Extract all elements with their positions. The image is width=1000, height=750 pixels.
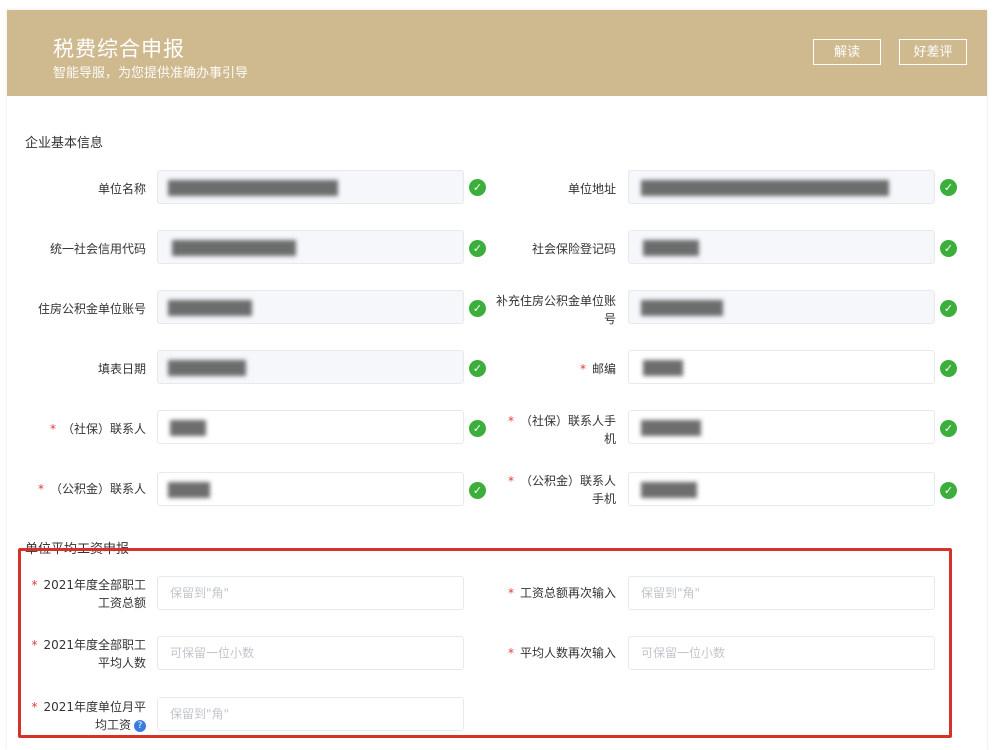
label-social-insurance-code: 社会保险登记码	[531, 242, 616, 256]
check-icon: ✓	[940, 240, 957, 257]
page-header: 税费综合申报 智能导服，为您提供准确办事引导 解读 好差评	[7, 10, 987, 96]
check-icon: ✓	[469, 420, 486, 437]
interpret-button[interactable]: 解读	[813, 39, 881, 65]
required-mark: *	[507, 414, 514, 428]
label-text: （社保）联系人手	[519, 414, 616, 428]
credit-code-field[interactable]	[157, 230, 464, 264]
postcode-field[interactable]	[628, 350, 935, 384]
check-icon: ✓	[469, 482, 486, 499]
label-line: 号	[603, 312, 616, 326]
label-hf-contact-phone: * （公积金）联系人 手机	[490, 472, 616, 508]
check-icon: ✓	[940, 300, 957, 317]
required-mark: *	[507, 474, 514, 488]
si-contact-field[interactable]	[157, 410, 464, 444]
label-unit-name: 单位名称	[97, 182, 146, 196]
check-icon: ✓	[469, 360, 486, 377]
redacted-value	[641, 300, 723, 316]
redacted-value	[168, 360, 246, 376]
social-insurance-code-field[interactable]	[628, 230, 935, 264]
label-line: 机	[603, 432, 616, 446]
label-housing-fund-account: 住房公积金单位账号	[37, 302, 146, 316]
check-icon: ✓	[940, 482, 957, 499]
page-title: 税费综合申报	[53, 37, 185, 61]
label-text: （公积金）联系人	[49, 482, 146, 496]
check-icon: ✓	[469, 179, 486, 196]
redacted-value	[641, 180, 889, 196]
label-postcode: * 邮编	[490, 360, 616, 378]
redacted-value	[168, 482, 210, 498]
label-hf-contact: * （公积金）联系人	[20, 480, 146, 498]
redacted-value	[170, 420, 206, 436]
required-mark: *	[49, 422, 56, 436]
redacted-value	[168, 300, 252, 316]
hf-contact-phone-field[interactable]	[628, 472, 935, 506]
label-line: 补充住房公积金单位账	[495, 294, 616, 308]
si-contact-phone-field[interactable]	[628, 410, 935, 444]
redacted-value	[641, 420, 701, 436]
label-text: （社保）联系人	[61, 422, 146, 436]
redacted-value	[641, 482, 697, 498]
supp-housing-fund-account-field[interactable]	[628, 290, 935, 324]
hf-contact-field[interactable]	[157, 472, 464, 506]
label-text: （公积金）联系人	[519, 474, 616, 488]
label-unit-address: 单位地址	[567, 182, 616, 196]
label-si-contact: * （社保）联系人	[20, 420, 146, 438]
label-supp-housing-fund-account: 补充住房公积金单位账 号	[490, 292, 616, 328]
label-text: 邮编	[591, 362, 616, 376]
label-credit-code: 统一社会信用代码	[49, 242, 146, 256]
redacted-value	[643, 360, 683, 376]
check-icon: ✓	[940, 179, 957, 196]
highlight-box	[18, 548, 952, 738]
check-icon: ✓	[940, 360, 957, 377]
unit-address-field[interactable]	[628, 170, 935, 204]
unit-name-field[interactable]	[157, 170, 464, 204]
label-line: 手机	[591, 492, 616, 506]
required-mark: *	[37, 482, 44, 496]
check-icon: ✓	[469, 300, 486, 317]
redacted-value	[172, 240, 296, 256]
required-mark: *	[579, 362, 586, 376]
label-fill-date: 填表日期	[97, 362, 146, 376]
fill-date-field[interactable]	[157, 350, 464, 384]
rating-button[interactable]: 好差评	[899, 39, 967, 65]
check-icon: ✓	[469, 240, 486, 257]
redacted-value	[168, 180, 338, 196]
redacted-value	[643, 240, 699, 256]
label-si-contact-phone: * （社保）联系人手 机	[490, 412, 616, 448]
section-title-basic-info: 企业基本信息	[25, 136, 104, 151]
page-subtitle: 智能导服，为您提供准确办事引导	[53, 66, 249, 81]
check-icon: ✓	[940, 420, 957, 437]
housing-fund-account-field[interactable]	[157, 290, 464, 324]
